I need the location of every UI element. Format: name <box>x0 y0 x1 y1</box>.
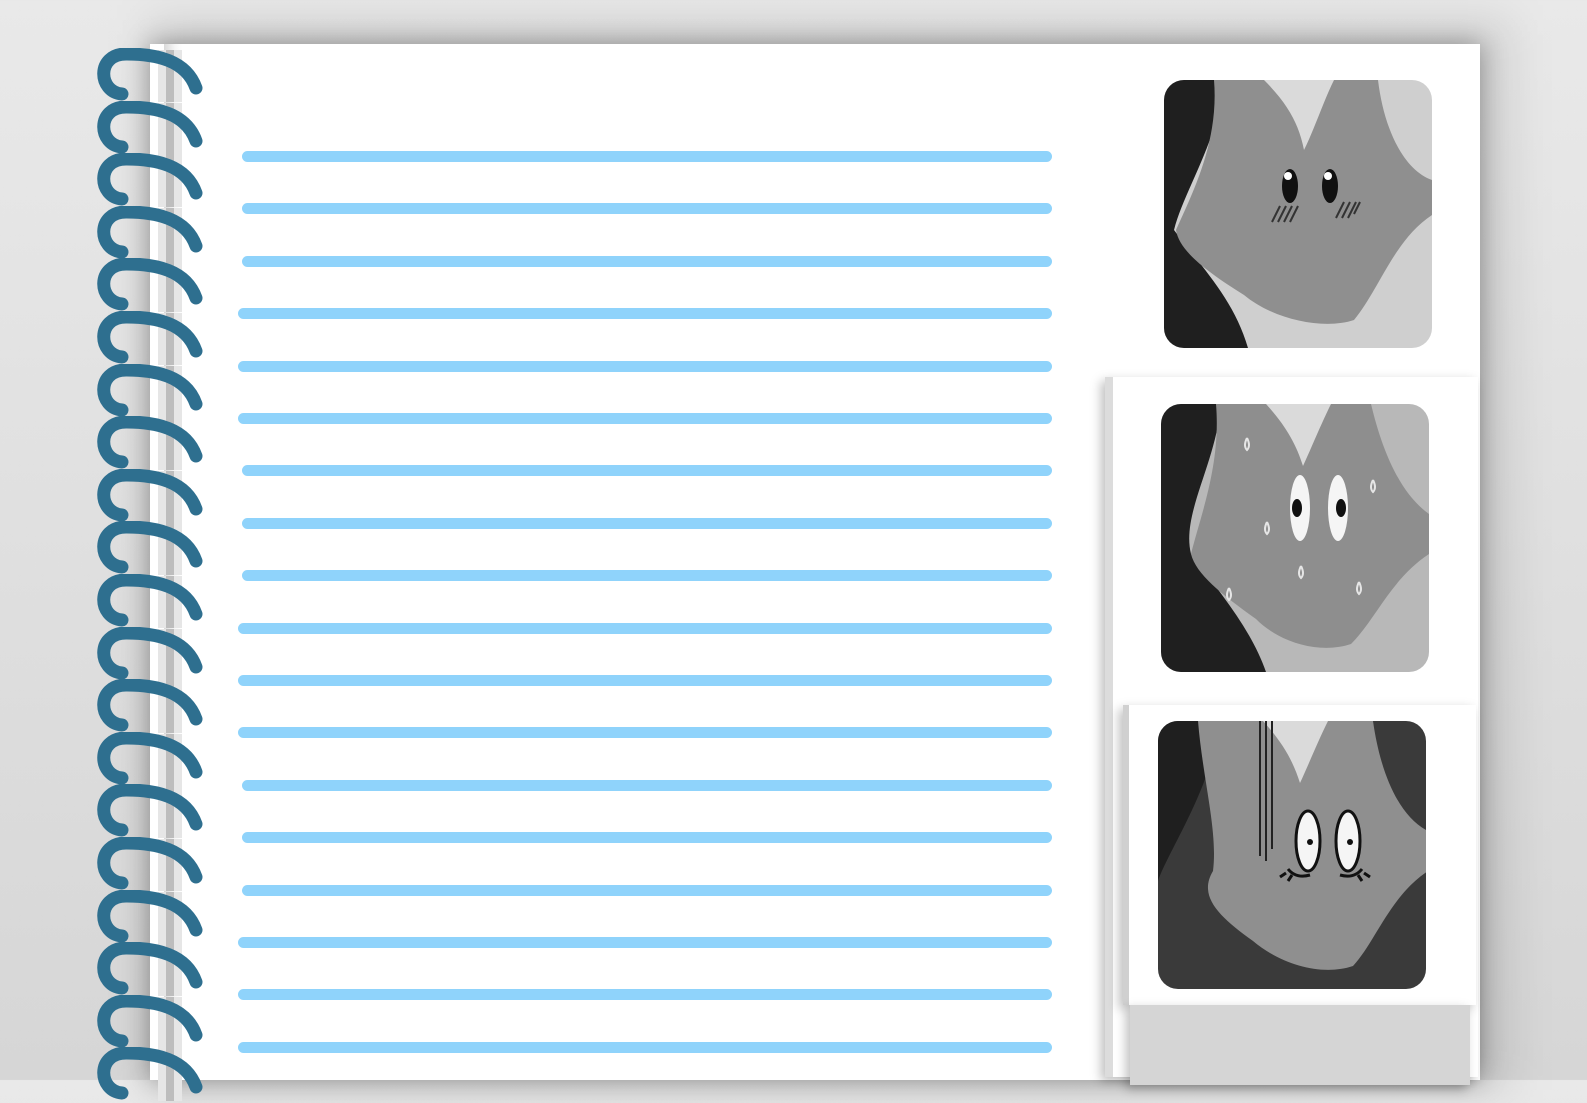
sticker-backing-bottom <box>1130 1005 1470 1085</box>
ruled-line <box>238 675 1052 686</box>
ruled-line <box>238 727 1052 739</box>
ruled-line <box>242 255 1052 267</box>
ruled-line <box>242 465 1052 477</box>
spiral-coil <box>96 784 208 839</box>
spiral-coil <box>96 679 208 734</box>
ruled-line <box>238 360 1052 372</box>
ruled-line <box>238 1041 1052 1053</box>
spiral-coil <box>96 1047 208 1102</box>
spiral-coil <box>96 942 208 997</box>
spiral-coil <box>96 100 208 155</box>
spiral-coil <box>96 416 208 471</box>
ruled-line <box>242 151 1052 162</box>
spiral-coil <box>96 363 208 418</box>
gloomy-face-icon <box>1158 721 1426 989</box>
ruled-line <box>238 622 1052 634</box>
ruled-line <box>242 570 1052 582</box>
ruled-line <box>242 203 1052 215</box>
spiral-binding <box>96 48 211 1102</box>
spiral-coil <box>96 626 208 681</box>
ruled-line <box>242 832 1052 844</box>
spiral-coil <box>96 258 208 313</box>
ruled-line <box>242 884 1052 896</box>
spiral-coil <box>96 837 208 891</box>
sticker-gloomy-face[interactable] <box>1158 721 1426 989</box>
ruled-line <box>238 308 1052 320</box>
spiral-coil <box>96 311 208 365</box>
spiral-coil <box>96 574 208 628</box>
ruled-line <box>242 779 1052 791</box>
spiral-coil <box>96 994 208 1049</box>
sticker-blushing-face[interactable] <box>1164 80 1432 348</box>
nervous-face-icon <box>1161 404 1429 672</box>
spiral-coil <box>96 889 208 944</box>
spiral-coil <box>96 521 208 576</box>
ruled-line <box>242 517 1052 529</box>
spiral-coil <box>96 48 208 102</box>
ruled-line <box>238 413 1052 424</box>
ruled-line <box>238 937 1052 948</box>
blushing-face-icon <box>1164 80 1432 348</box>
spiral-coil <box>96 731 208 786</box>
ruled-line <box>238 989 1052 1001</box>
spiral-coil <box>96 468 208 523</box>
sticker-nervous-face[interactable] <box>1161 404 1429 672</box>
spiral-coil <box>96 153 208 208</box>
spiral-coil <box>96 205 208 260</box>
